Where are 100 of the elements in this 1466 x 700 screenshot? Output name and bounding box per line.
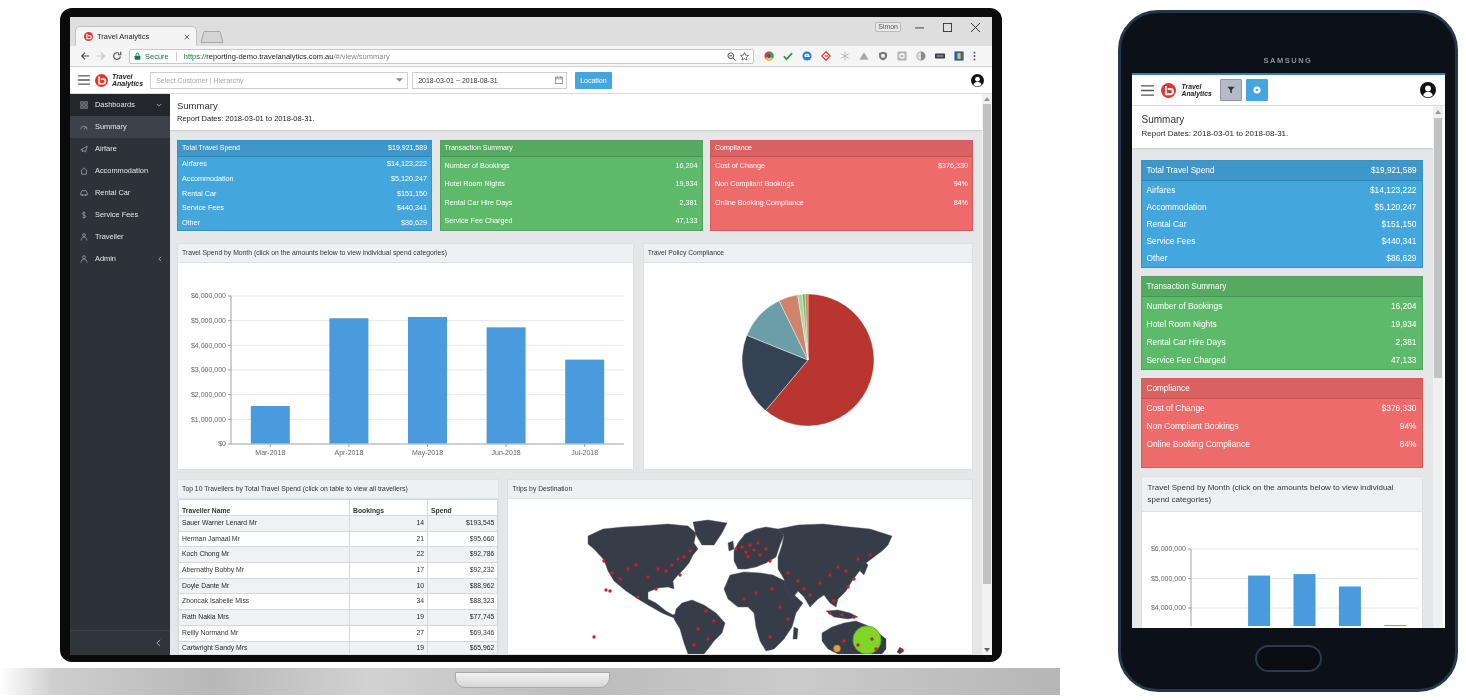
half-circle-icon[interactable] — [916, 51, 926, 61]
circle-icon[interactable] — [802, 51, 812, 61]
page-title: Summary — [1141, 114, 1186, 126]
lock-icon — [134, 52, 141, 60]
scrollbar-thumb[interactable] — [1433, 118, 1442, 378]
card-title: Compliance — [1146, 383, 1190, 394]
destination-dot — [610, 571, 615, 575]
destination-dot — [654, 587, 659, 591]
page-title: Summary — [177, 100, 219, 112]
destination-dot — [828, 611, 833, 615]
grid-icon — [80, 101, 88, 109]
metric-label: Service Fee Charged — [1146, 354, 1226, 365]
destination-dot — [706, 637, 711, 641]
metric-value: $440,341 — [1381, 236, 1417, 247]
zoom-icon[interactable] — [727, 51, 736, 61]
filter-button[interactable] — [1219, 79, 1242, 101]
metric-label: Rental Car — [1146, 218, 1187, 229]
metric-label: Non Compliant Bookings — [1146, 420, 1239, 431]
metric-value: 19,934 — [1390, 318, 1417, 329]
metric-value: $5,120,247 — [1374, 201, 1417, 212]
destination-dot — [646, 575, 651, 579]
scrollbar[interactable] — [1432, 106, 1443, 628]
destination-dot — [840, 613, 845, 617]
metric-label: Hotel Room Nights — [1146, 318, 1217, 329]
metric-label: Cost of Change — [1146, 402, 1205, 413]
destination-dot — [818, 581, 823, 585]
triangle-icon[interactable] — [859, 51, 869, 61]
destination-dot — [696, 627, 701, 631]
destination-dot — [870, 637, 875, 641]
user-icon[interactable] — [971, 73, 984, 87]
rectangle-icon[interactable] — [935, 51, 945, 61]
shield-icon[interactable] — [878, 51, 888, 61]
scrollbar[interactable] — [982, 94, 992, 655]
square-icon[interactable] — [897, 51, 907, 61]
funnel-icon — [1226, 86, 1235, 94]
destination-dot — [704, 609, 709, 613]
ring-icon[interactable] — [764, 51, 774, 61]
destination-dot — [828, 573, 833, 577]
reload-icon[interactable] — [112, 51, 122, 61]
menu-icon[interactable] — [1140, 84, 1154, 96]
destination-dot — [808, 593, 813, 597]
destination-dot — [764, 547, 769, 551]
arrow-up-icon[interactable] — [1434, 110, 1441, 114]
car-icon — [80, 189, 88, 197]
destination-dot — [770, 587, 775, 591]
metric-value: $86,629 — [1386, 253, 1417, 264]
destination-dot — [634, 563, 639, 567]
metric-value: 2,381 — [1395, 336, 1417, 347]
destination-dot — [844, 569, 849, 573]
user-icon[interactable] — [1419, 82, 1436, 98]
metric-label: Rental Car Hire Days — [1146, 336, 1226, 347]
destination-dot — [592, 635, 597, 639]
destination-dot — [786, 617, 791, 621]
metric-value: $376,330 — [1381, 402, 1417, 413]
destination-dot — [874, 647, 879, 651]
chart-bar — [250, 406, 290, 444]
destination-dot — [852, 615, 857, 619]
close-icon[interactable] — [184, 33, 190, 40]
menu-icon[interactable] — [973, 51, 976, 61]
destination-dot — [768, 635, 773, 639]
star-icon[interactable] — [740, 51, 749, 61]
dollar-icon — [80, 211, 88, 219]
metric-value: 47,133 — [1390, 354, 1417, 365]
close-icon[interactable] — [971, 23, 980, 32]
house-icon — [80, 167, 88, 175]
destination-dot — [626, 567, 631, 571]
metric-label: Number of Bookings — [1146, 300, 1223, 311]
back-arrow-icon[interactable] — [80, 51, 90, 61]
destination-dot — [636, 595, 641, 599]
card-title: Total Travel Spend — [1146, 165, 1215, 176]
destination-dot — [856, 643, 861, 647]
arrow-up-icon[interactable] — [984, 97, 990, 101]
metric-label: Accommodation — [1146, 201, 1207, 212]
menu-icon[interactable] — [78, 75, 90, 85]
maximize-icon[interactable] — [943, 23, 952, 32]
target-icon — [1252, 86, 1261, 94]
destination-dot — [786, 571, 791, 575]
logo-icon — [1160, 82, 1176, 98]
metric-label: Airfares — [1146, 184, 1176, 195]
destination-dot — [856, 557, 861, 561]
destination-dot — [688, 549, 693, 553]
chart-bar — [1293, 574, 1315, 626]
destination-dot — [618, 577, 623, 581]
metric-value: 84% — [1399, 438, 1417, 449]
logo-icon — [84, 32, 93, 41]
diamond-icon[interactable] — [821, 51, 831, 61]
card-total: $19,921,589 — [1370, 165, 1417, 176]
destination-dot — [664, 569, 669, 573]
chart-title: Travel Spend by Month (click on the amounts below to view individual spend categories) — [1147, 482, 1394, 504]
destination-bubble — [833, 644, 842, 653]
report-dates-text: Report Dates: 2018-03-01 to 2018-08-31. — [1141, 129, 1290, 139]
chevron-left-icon[interactable] — [156, 639, 161, 647]
logo-icon — [95, 73, 108, 87]
checkmark-icon[interactable] — [783, 51, 793, 61]
scrollbar-thumb[interactable] — [983, 104, 991, 584]
arrow-down-icon[interactable] — [984, 648, 990, 652]
tile-icon[interactable] — [954, 51, 964, 61]
metric-value: 16,204 — [1390, 300, 1417, 311]
card-title: Transaction Summary — [1146, 281, 1227, 292]
destination-dot — [778, 605, 783, 609]
